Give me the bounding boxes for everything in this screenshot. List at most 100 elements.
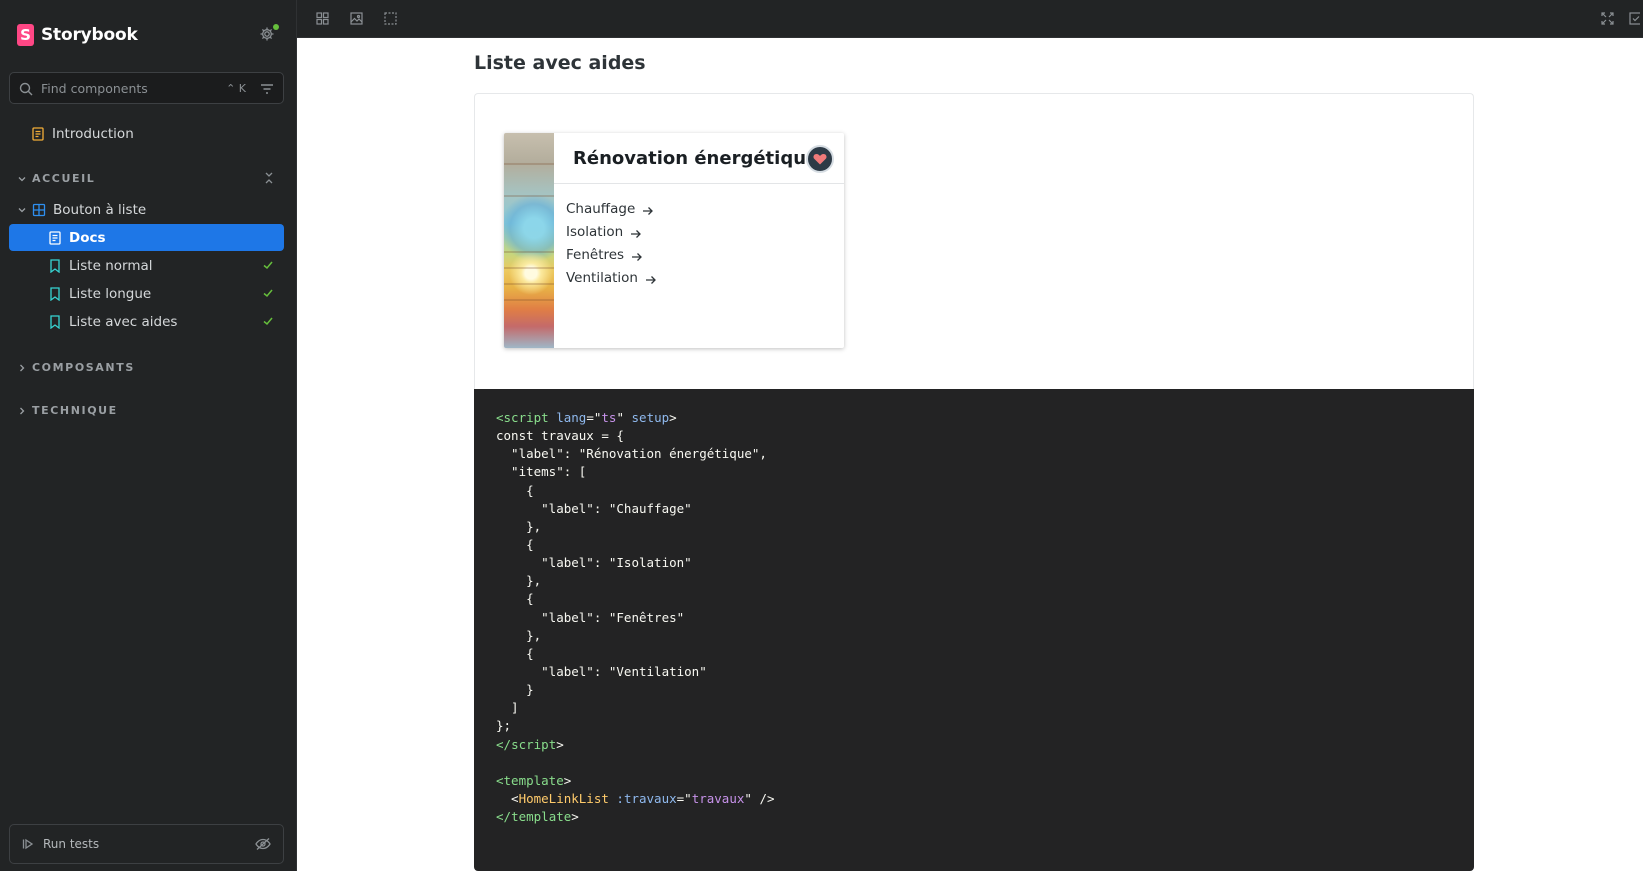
story-label: Liste avec aides xyxy=(69,313,178,330)
home-link-list-card: Rénovation énergétique Chauffage Isolati… xyxy=(504,133,844,348)
code-token: > xyxy=(571,809,579,825)
story-label: Liste normal xyxy=(69,257,153,274)
story-preview: Rénovation énergétique Chauffage Isolati… xyxy=(474,93,1474,389)
code-token: "label": "Rénovation énergétique", xyxy=(496,446,767,462)
code-token: ts xyxy=(601,410,617,425)
code-token: script xyxy=(503,410,549,425)
card-link-item[interactable]: Chauffage xyxy=(566,197,657,220)
play-icon xyxy=(22,838,34,850)
code-line: ​ xyxy=(496,754,1452,772)
code-token: "label": "Chauffage" xyxy=(496,500,692,516)
run-tests-label: Run tests xyxy=(43,837,100,851)
share-icon[interactable] xyxy=(1628,11,1640,26)
update-indicator xyxy=(273,24,279,30)
code-token: < xyxy=(496,772,504,788)
code-token: "label": "Isolation" xyxy=(496,555,692,571)
code-line: { xyxy=(496,645,1452,663)
code-line: <HomeLinkList :travaux="travaux" /> xyxy=(496,790,1452,808)
story-liste-longue[interactable]: Liste longue xyxy=(9,280,284,307)
story-docs[interactable]: Docs xyxy=(9,224,284,251)
code-token: > xyxy=(669,410,677,425)
sidebar-item-label: Introduction xyxy=(52,126,134,142)
card-image xyxy=(504,133,554,348)
code-token: const travaux = { xyxy=(496,428,624,444)
document-icon xyxy=(49,230,61,245)
code-token: HomeLinkList xyxy=(518,790,609,806)
settings-gear-icon[interactable] xyxy=(259,24,279,44)
component-icon xyxy=(32,203,46,217)
search-input[interactable]: Find components ⌃ K xyxy=(9,72,284,104)
code-token: lang xyxy=(556,410,587,425)
toolbar xyxy=(297,0,1643,38)
code-token: " /> xyxy=(744,790,775,806)
storybook-brand[interactable]: S Storybook xyxy=(17,22,138,48)
code-token: =" xyxy=(676,790,692,806)
story-liste-avec-aides[interactable]: Liste avec aides xyxy=(9,308,284,335)
code-line: }; xyxy=(496,717,1452,735)
code-line: "label": "Chauffage" xyxy=(496,500,1452,518)
search-icon xyxy=(19,81,33,96)
code-token: template xyxy=(503,772,564,788)
sidebar: S Storybook Find components ⌃ K Introduc… xyxy=(0,0,297,871)
storybook-app: S Storybook Find components ⌃ K Introduc… xyxy=(0,0,1643,871)
watch-mode-icon[interactable] xyxy=(255,837,271,851)
card-link-item[interactable]: Fenêtres xyxy=(566,243,657,266)
story-liste-normal[interactable]: Liste normal xyxy=(9,252,284,279)
code-line: const travaux = { xyxy=(496,427,1452,445)
code-token: }, xyxy=(496,518,542,534)
card-link-item[interactable]: Isolation xyxy=(566,220,657,243)
card-link-label: Isolation xyxy=(566,223,624,240)
section-accueil[interactable]: ACCUEIL xyxy=(17,172,95,185)
search-shortcut: ⌃ K xyxy=(226,81,246,95)
code-line: }, xyxy=(496,518,1452,536)
run-tests-button[interactable]: Run tests xyxy=(9,824,284,864)
sidebar-item-label: Bouton à liste xyxy=(53,202,147,218)
outline-icon[interactable] xyxy=(383,11,398,26)
section-label: ACCUEIL xyxy=(32,172,96,185)
code-token: ] xyxy=(496,700,519,716)
code-line: "label": "Rénovation énergétique", xyxy=(496,445,1452,463)
code-token: "label": "Ventilation" xyxy=(496,663,707,679)
sidebar-item-bouton-a-liste[interactable]: Bouton à liste xyxy=(17,202,146,218)
code-token: { xyxy=(496,645,534,661)
code-line: }, xyxy=(496,572,1452,590)
code-line: "label": "Isolation" xyxy=(496,554,1452,572)
arrow-right-icon xyxy=(630,227,642,238)
section-label: TECHNIQUE xyxy=(32,404,118,417)
bookmark-icon xyxy=(49,286,61,301)
chevron-down-icon xyxy=(17,174,27,184)
story-label: Liste longue xyxy=(69,285,152,302)
filter-icon[interactable] xyxy=(260,81,274,95)
code-line: { xyxy=(496,590,1452,608)
code-token: template xyxy=(511,809,572,825)
collapse-all-icon[interactable] xyxy=(263,170,275,186)
story-label: Docs xyxy=(69,229,106,246)
code-line: }, xyxy=(496,627,1452,645)
card-link-item[interactable]: Ventilation xyxy=(566,266,657,289)
docs-page: Liste avec aides Rénovation énergétique xyxy=(297,38,1643,871)
grid-icon[interactable] xyxy=(315,11,330,26)
sidebar-item-introduction[interactable]: Introduction xyxy=(31,126,134,142)
code-token: < xyxy=(496,410,504,425)
section-composants[interactable]: COMPOSANTS xyxy=(17,361,135,374)
source-code-block[interactable]: <script lang="ts" setup> const travaux = … xyxy=(474,389,1474,871)
fullscreen-icon[interactable] xyxy=(1600,11,1615,26)
bookmark-icon xyxy=(49,314,61,329)
background-icon[interactable] xyxy=(349,11,364,26)
arrow-right-icon xyxy=(631,250,643,261)
section-technique[interactable]: TECHNIQUE xyxy=(17,404,118,417)
code-line: { xyxy=(496,482,1452,500)
code-token: setup xyxy=(631,410,670,425)
bookmark-icon xyxy=(49,258,61,273)
check-icon xyxy=(262,259,274,271)
heart-house-icon xyxy=(806,145,834,173)
code-line: <template> xyxy=(496,772,1452,790)
storybook-logo-icon: S xyxy=(17,24,34,46)
code-token: } xyxy=(496,682,534,698)
code-token: script xyxy=(511,736,557,752)
card-link-label: Chauffage xyxy=(566,200,636,217)
card-link-label: Fenêtres xyxy=(566,246,625,263)
code-token: "items": [ xyxy=(496,464,587,480)
arrow-right-icon xyxy=(645,273,657,284)
code-line: } xyxy=(496,681,1452,699)
